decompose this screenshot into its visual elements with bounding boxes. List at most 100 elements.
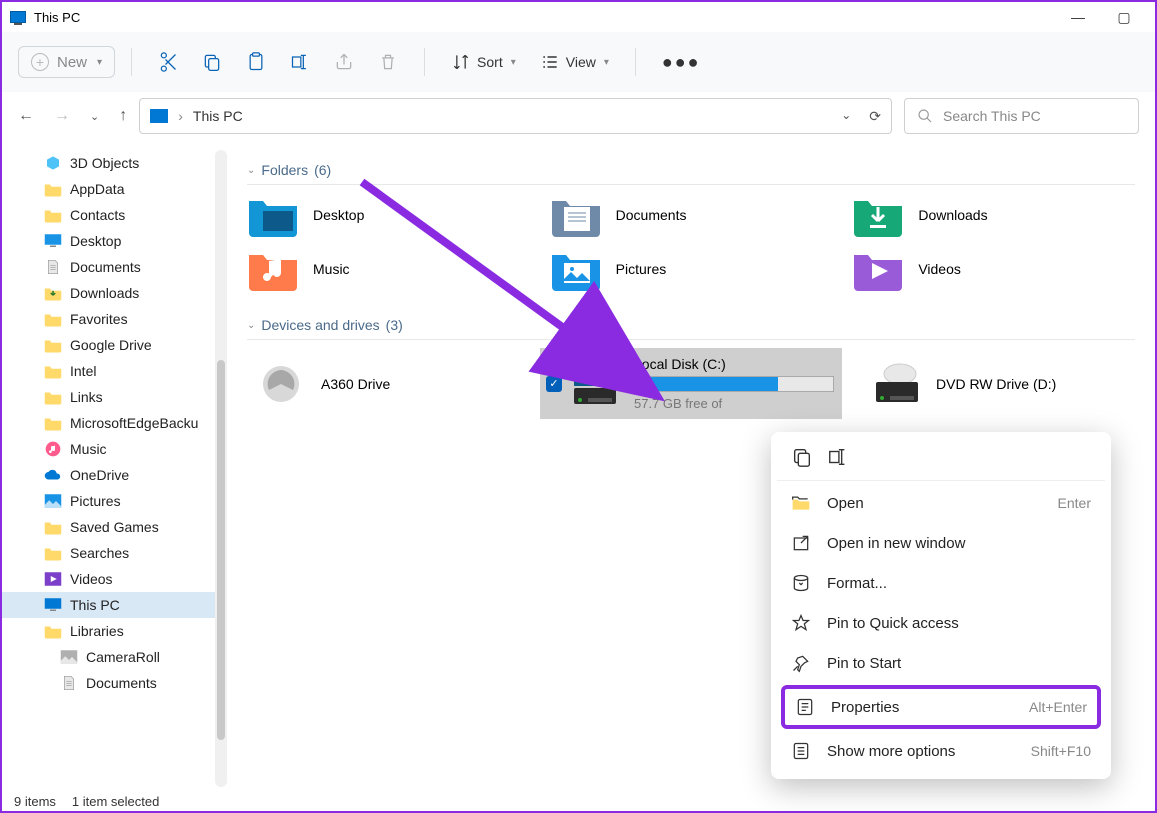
context-menu-label: Open in new window: [827, 535, 965, 552]
context-menu-label: Open: [827, 495, 864, 512]
maximize-button[interactable]: ▢: [1101, 2, 1147, 32]
sidebar-item-label: Documents: [86, 675, 157, 691]
context-menu-open-in-new-window[interactable]: Open in new window: [777, 523, 1105, 563]
sidebar-item-label: Searches: [70, 545, 129, 561]
context-menu-pin-to-start[interactable]: Pin to Start: [777, 643, 1105, 683]
folder-music[interactable]: Music: [247, 247, 530, 291]
group-count: (3): [386, 317, 403, 333]
sidebar-item-saved-games[interactable]: Saved Games: [2, 514, 227, 540]
scrollbar-thumb[interactable]: [217, 360, 225, 740]
drive-a360-drive[interactable]: A360 Drive: [247, 348, 520, 419]
folder-documents[interactable]: Documents: [550, 193, 833, 237]
sidebar-item-libraries[interactable]: Libraries: [2, 618, 227, 644]
cut-button[interactable]: [148, 46, 188, 78]
sidebar-item-intel[interactable]: Intel: [2, 358, 227, 384]
plus-icon: +: [31, 53, 49, 71]
copy-button[interactable]: [192, 46, 232, 78]
sidebar-item-favorites[interactable]: Favorites: [2, 306, 227, 332]
sidebar-item-3d-objects[interactable]: 3D Objects: [2, 150, 227, 176]
sidebar-item-desktop[interactable]: Desktop: [2, 228, 227, 254]
trash-icon: [378, 52, 398, 72]
up-button[interactable]: ↑: [119, 107, 127, 125]
sidebar-item-label: Intel: [70, 363, 96, 379]
drive-free: 57.7 GB free of: [634, 396, 834, 411]
folder-desktop[interactable]: Desktop: [247, 193, 530, 237]
context-menu-properties[interactable]: PropertiesAlt+Enter: [785, 689, 1097, 725]
new-button[interactable]: + New ▾: [18, 46, 115, 78]
sidebar-item-label: Pictures: [70, 493, 121, 509]
sidebar-item-microsoftedgebacku[interactable]: MicrosoftEdgeBacku: [2, 410, 227, 436]
sidebar-item-label: OneDrive: [70, 467, 129, 483]
status-items: 9 items: [14, 794, 56, 809]
context-menu-open[interactable]: OpenEnter: [777, 483, 1105, 523]
chevron-down-icon[interactable]: ⌄: [841, 108, 851, 125]
sidebar-item-downloads[interactable]: Downloads: [2, 280, 227, 306]
sidebar-item-documents[interactable]: Documents: [2, 254, 227, 280]
drive-local-disk-c-[interactable]: ✓Local Disk (C:)57.7 GB free of: [540, 348, 842, 419]
back-button[interactable]: ←: [18, 107, 34, 125]
more-button[interactable]: ●●●: [652, 46, 711, 79]
share-icon: [334, 52, 354, 72]
search-icon: [917, 108, 933, 124]
sidebar-item-searches[interactable]: Searches: [2, 540, 227, 566]
folder-pictures[interactable]: Pictures: [550, 247, 833, 291]
folder-label: Pictures: [616, 261, 667, 277]
separator: [635, 48, 636, 76]
view-label: View: [566, 54, 596, 70]
folder-downloads[interactable]: Downloads: [852, 193, 1135, 237]
checkbox-icon[interactable]: ✓: [546, 376, 562, 392]
sidebar-item-label: Music: [70, 441, 107, 457]
scrollbar[interactable]: [215, 150, 227, 787]
refresh-button[interactable]: ⟳: [869, 108, 881, 125]
context-menu-show-more-options[interactable]: Show more optionsShift+F10: [777, 731, 1105, 771]
sidebar-item-google-drive[interactable]: Google Drive: [2, 332, 227, 358]
sidebar-item-music[interactable]: Music: [2, 436, 227, 462]
sidebar-item-appdata[interactable]: AppData: [2, 176, 227, 202]
group-drives-header[interactable]: ⌄ Devices and drives (3): [247, 311, 1135, 340]
context-menu-label: Show more options: [827, 743, 955, 760]
chevron-down-icon: ▾: [511, 57, 516, 68]
sidebar-item-label: Saved Games: [70, 519, 159, 535]
window-title: This PC: [34, 10, 80, 25]
scissors-icon: [158, 52, 178, 72]
drive-dvd-rw-drive-d-[interactable]: DVD RW Drive (D:): [862, 348, 1135, 419]
sidebar-item-label: Favorites: [70, 311, 128, 327]
share-button[interactable]: [324, 46, 364, 78]
folders-grid: Desktop Documents Downloads Music Pictures Vi…: [247, 193, 1135, 291]
breadcrumb-sep: ›: [178, 108, 183, 124]
sidebar: 3D ObjectsAppDataContactsDesktopDocument…: [2, 146, 227, 791]
paste-button[interactable]: [236, 46, 276, 78]
copy-icon[interactable]: [791, 446, 813, 468]
context-menu-label: Pin to Quick access: [827, 615, 959, 632]
minimize-button[interactable]: —: [1055, 2, 1101, 32]
folder-label: Documents: [616, 207, 687, 223]
sidebar-item-this-pc[interactable]: This PC: [2, 592, 227, 618]
address-bar[interactable]: › This PC ⌄ ⟳: [139, 98, 892, 134]
search-input[interactable]: Search This PC: [904, 98, 1139, 134]
rename-icon[interactable]: [827, 446, 849, 468]
nav-row: ← → ⌄ ↑ › This PC ⌄ ⟳ Search This PC: [2, 92, 1155, 146]
sidebar-item-pictures[interactable]: Pictures: [2, 488, 227, 514]
history-button[interactable]: ⌄: [90, 110, 99, 123]
context-menu-pin-to-quick-access[interactable]: Pin to Quick access: [777, 603, 1105, 643]
pc-icon: [150, 109, 168, 123]
view-button[interactable]: View ▾: [530, 46, 619, 78]
breadcrumb[interactable]: This PC: [193, 108, 243, 124]
sidebar-item-label: 3D Objects: [70, 155, 139, 171]
sort-label: Sort: [477, 54, 503, 70]
chevron-down-icon: ▾: [97, 57, 102, 68]
forward-button[interactable]: →: [54, 107, 70, 125]
delete-button[interactable]: [368, 46, 408, 78]
drives-row: A360 Drive ✓Local Disk (C:)57.7 GB free o…: [247, 348, 1135, 419]
sidebar-item-cameraroll[interactable]: CameraRoll: [2, 644, 227, 670]
group-folders-header[interactable]: ⌄ Folders (6): [247, 156, 1135, 185]
sidebar-item-videos[interactable]: Videos: [2, 566, 227, 592]
context-menu-format-[interactable]: Format...: [777, 563, 1105, 603]
rename-button[interactable]: [280, 46, 320, 78]
sidebar-item-contacts[interactable]: Contacts: [2, 202, 227, 228]
sort-button[interactable]: Sort ▾: [441, 46, 526, 78]
sidebar-item-onedrive[interactable]: OneDrive: [2, 462, 227, 488]
sidebar-item-links[interactable]: Links: [2, 384, 227, 410]
sidebar-item-documents[interactable]: Documents: [2, 670, 227, 696]
folder-videos[interactable]: Videos: [852, 247, 1135, 291]
